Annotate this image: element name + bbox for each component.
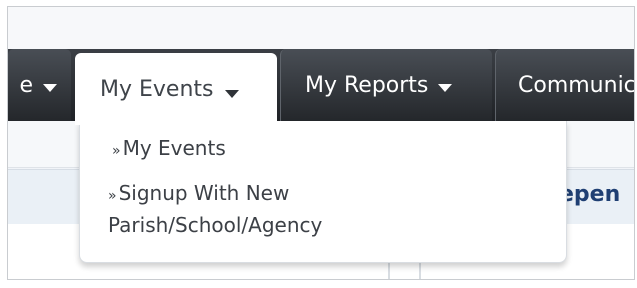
menu-item-my-events[interactable]: » My Events — [112, 134, 226, 166]
tab-label: Communic — [518, 72, 635, 98]
menu-item-label: Signup With New Parish/School/Agency — [108, 181, 323, 237]
tab-my-events[interactable]: My Events — [75, 53, 277, 125]
menu-item-signup-new-parish[interactable]: » Signup With New Parish/School/Agency — [108, 179, 398, 240]
menu-bullet: » — [112, 143, 121, 159]
content-link-partial[interactable]: epen — [559, 182, 620, 207]
tab-label: My Events — [100, 76, 214, 102]
menu-item-label: My Events — [122, 136, 226, 160]
tab-label: My Reports — [305, 72, 429, 98]
my-events-dropdown-menu: » My Events » Signup With New Parish/Schoo… — [79, 121, 567, 263]
chevron-down-icon — [43, 84, 57, 92]
app-window: e My Reports Communic epen My Events » My… — [7, 6, 635, 280]
tab-label: e — [19, 72, 33, 98]
tab-partial-left[interactable]: e — [8, 49, 71, 121]
tab-my-reports[interactable]: My Reports — [280, 49, 492, 121]
tab-communication[interactable]: Communic — [495, 49, 635, 121]
header-band — [8, 7, 634, 49]
chevron-down-icon — [225, 90, 240, 98]
chevron-down-icon — [438, 84, 453, 92]
menu-bullet: » — [108, 188, 117, 204]
